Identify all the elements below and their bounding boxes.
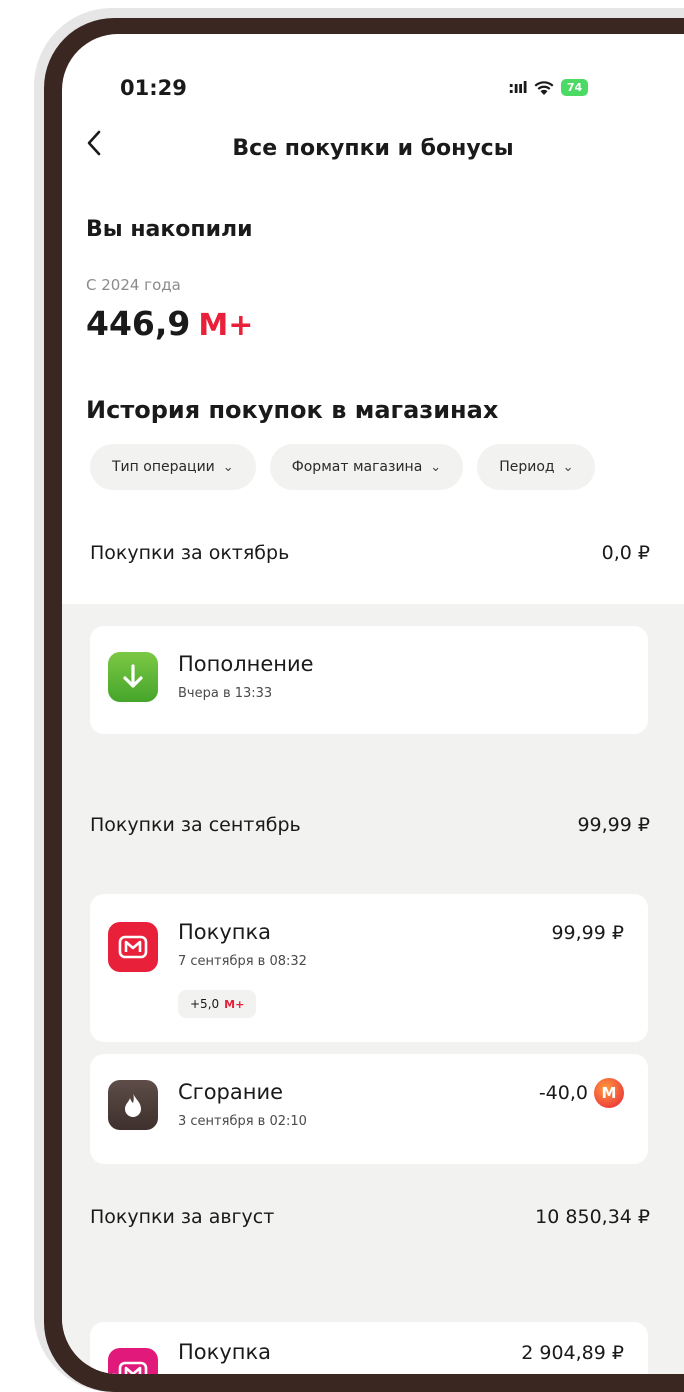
- bonus-balance-value: 446,9: [86, 304, 191, 343]
- transaction-card-expiry[interactable]: Сгорание 3 сентября в 02:10 -40,0 M: [90, 1054, 648, 1164]
- transaction-date: 7 сентября в 08:32: [178, 954, 307, 969]
- section-total: 10 850,34 ₽: [535, 1206, 650, 1228]
- section-total: 99,99 ₽: [577, 814, 650, 836]
- magnit-logo-icon: [108, 922, 158, 972]
- bonus-coin-icon: M: [594, 1078, 624, 1108]
- cellular-signal-icon: :ııl: [508, 78, 528, 97]
- phone-screen: 01:29 :ııl 74 Все покупки и бонусы Вы на…: [62, 34, 684, 1374]
- bonus-unit-label: М+: [198, 308, 254, 343]
- transaction-date: Вчера в 13:33: [178, 686, 273, 701]
- bonus-earned-badge: +5,0 М+: [178, 990, 257, 1018]
- transaction-title: Пополнение: [178, 652, 314, 676]
- section-total: 0,0 ₽: [601, 542, 650, 564]
- filter-chips: Тип операции ⌄ Формат магазина ⌄ Период …: [90, 444, 596, 490]
- transaction-card-purchase[interactable]: Покупка 2 904,89 ₽: [90, 1322, 648, 1374]
- transaction-amount: 99,99 ₽: [551, 922, 624, 944]
- section-label: Покупки за октябрь: [90, 542, 290, 564]
- bonus-earned-value: +5,0: [190, 997, 220, 1011]
- transaction-title: Сгорание: [178, 1080, 284, 1104]
- page-title: Все покупки и бонусы: [232, 136, 514, 161]
- transaction-title: Покупка: [178, 920, 272, 944]
- chevron-down-icon: ⌄: [222, 459, 234, 475]
- magnit-cosmetic-logo-icon: [108, 1348, 158, 1374]
- section-label: Покупки за сентябрь: [90, 814, 301, 836]
- accumulated-heading: Вы накопили: [86, 217, 253, 242]
- section-header-august: Покупки за август 10 850,34 ₽: [90, 1206, 650, 1228]
- transaction-card-topup[interactable]: Пополнение Вчера в 13:33: [90, 626, 648, 734]
- chevron-down-icon: ⌄: [430, 459, 442, 475]
- filter-operation-type[interactable]: Тип операции ⌄: [90, 444, 256, 490]
- transaction-card-purchase[interactable]: Покупка 7 сентября в 08:32 99,99 ₽ +5,0 …: [90, 894, 648, 1042]
- arrow-down-icon: [108, 652, 158, 702]
- transaction-title: Покупка: [178, 1340, 272, 1364]
- filter-label: Формат магазина: [291, 459, 423, 475]
- transaction-amount-row: -40,0 M: [539, 1078, 624, 1108]
- transaction-amount: -40,0: [538, 1082, 588, 1104]
- filter-store-format[interactable]: Формат магазина ⌄: [269, 444, 464, 490]
- flame-icon: [108, 1080, 158, 1130]
- bonus-balance: 446,9 М+: [86, 304, 253, 343]
- battery-icon: 74: [560, 79, 589, 96]
- transaction-amount: 2 904,89 ₽: [521, 1342, 624, 1364]
- accumulated-since: С 2024 года: [86, 276, 181, 294]
- filter-label: Тип операции: [112, 459, 215, 475]
- status-time: 01:29: [120, 76, 187, 100]
- filter-label: Период: [499, 459, 555, 475]
- section-header-october: Покупки за октябрь 0,0 ₽: [90, 542, 650, 564]
- history-heading: История покупок в магазинах: [86, 396, 499, 424]
- status-icons: :ııl 74: [508, 78, 589, 97]
- filter-period[interactable]: Период ⌄: [477, 444, 596, 490]
- section-label: Покупки за август: [90, 1206, 275, 1228]
- bonus-unit-label: М+: [224, 997, 245, 1011]
- section-header-september: Покупки за сентябрь 99,99 ₽: [90, 814, 650, 836]
- transaction-date: 3 сентября в 02:10: [178, 1114, 307, 1129]
- wifi-icon: [534, 80, 554, 95]
- chevron-down-icon: ⌄: [562, 459, 574, 475]
